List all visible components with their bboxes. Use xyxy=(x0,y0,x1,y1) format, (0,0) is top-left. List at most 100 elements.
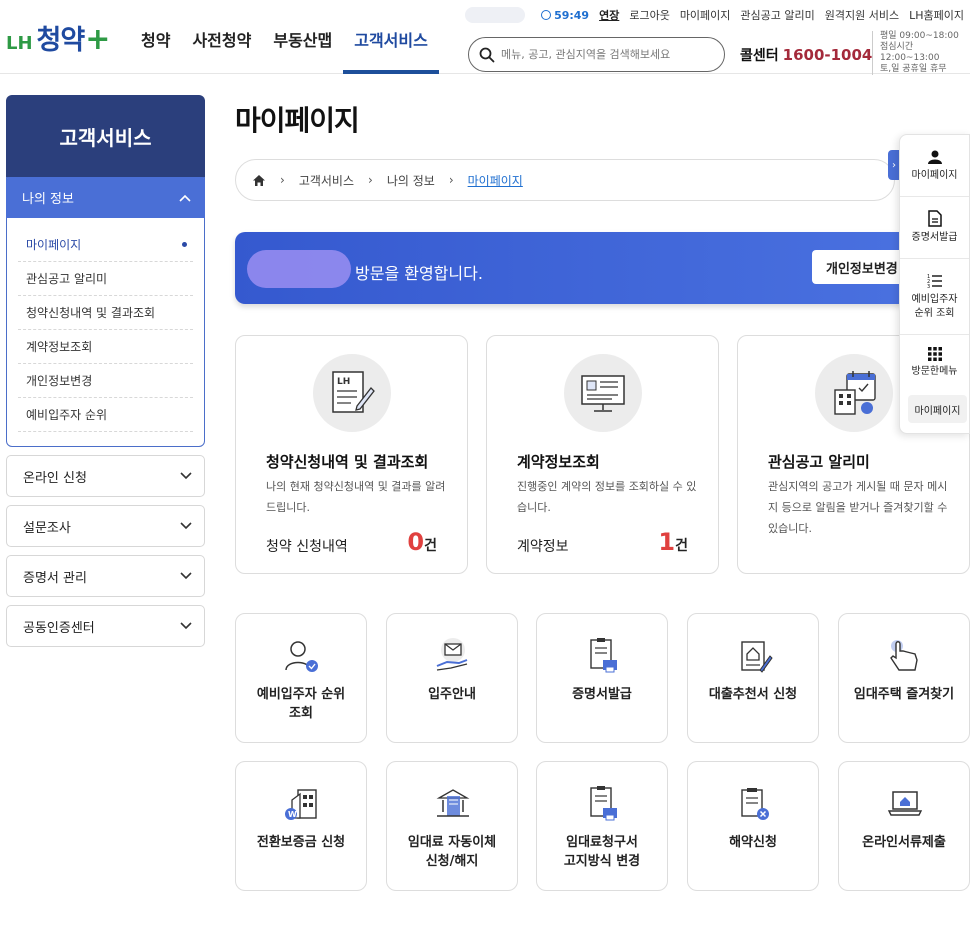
sidebar-item-waitlist-rank[interactable]: 예비입주자 순위 xyxy=(18,398,193,432)
hours-line: 점심시간 xyxy=(880,42,914,52)
circle-bg xyxy=(815,354,893,432)
card-application-history[interactable]: LH 청약신청내역 및 결과조회 나의 현재 청약신청내역 및 결과를 알려드립… xyxy=(235,335,468,574)
tile-label-line: 고지방식 변경 xyxy=(563,854,641,869)
session-timer-value: 59:49 xyxy=(554,8,590,22)
nav-item-apply[interactable]: 청약 xyxy=(130,0,181,74)
chevron-down-icon xyxy=(180,572,192,580)
card-contract-info[interactable]: 계약정보조회 진행중인 계약의 정보를 조회하실 수 있습니다. 계약정보 1 … xyxy=(486,335,719,574)
tile-label-line: 신청/해지 xyxy=(425,854,479,869)
tile-label: 온라인서류제출 xyxy=(845,833,963,852)
grid-icon xyxy=(927,347,942,361)
quick-item-label: 순위 조회 xyxy=(914,307,955,319)
tile-label: 임대료청구서 고지방식 변경 xyxy=(543,833,661,871)
sidebar-menu-certificate[interactable]: 증명서 관리 xyxy=(6,555,205,597)
tile-label: 예비입주자 순위 조회 xyxy=(242,685,360,723)
sidebar-title: 고객서비스 xyxy=(6,95,205,177)
tile-label-line: 입주안내 xyxy=(428,687,476,702)
extend-session-link[interactable]: 연장 xyxy=(599,7,619,23)
sidebar-menu-label: 온라인 신청 xyxy=(23,470,87,486)
breadcrumb-item[interactable]: 고객서비스 xyxy=(299,172,354,189)
sidebar-menu-label: 설문조사 xyxy=(23,520,71,536)
site-logo[interactable]: LH 청약 + xyxy=(6,18,110,57)
chevron-right-icon: › xyxy=(280,173,285,187)
quick-item-waitlist[interactable]: 123 예비입주자 순위 조회 xyxy=(900,259,969,335)
sidebar-item-mypage[interactable]: 마이페이지 xyxy=(18,228,193,262)
visited-menu-item[interactable]: 마이페이지 xyxy=(908,395,967,423)
hours-line: 평일 09:00~18:00 xyxy=(880,31,959,41)
callcenter: 콜센터 1600-1004 xyxy=(740,45,872,65)
sidebar-group-my-info: 나의 정보 마이페이지 관심공고 알리미 청약신청내역 및 결과조회 계약정보조… xyxy=(6,177,205,447)
callcenter-label: 콜센터 xyxy=(740,48,779,64)
tile-label-line: 증명서발급 xyxy=(572,687,632,702)
tile-label: 해약신청 xyxy=(694,833,812,852)
quick-item-visited-menu[interactable]: 방문한메뉴 xyxy=(900,335,969,391)
sidebar-menu-survey[interactable]: 설문조사 xyxy=(6,505,205,547)
welcome-banner: 방문을 환영합니다. 개인정보변경 xyxy=(235,232,925,304)
sidebar-item-application-history[interactable]: 청약신청내역 및 결과조회 xyxy=(18,296,193,330)
nav-item-customer-service[interactable]: 고객서비스 xyxy=(343,0,439,74)
search-icon[interactable] xyxy=(479,47,495,63)
tile-label: 입주안내 xyxy=(393,685,511,704)
operating-hours: 평일 09:00~18:00 점심시간 12:00~13:00 토,일 공휴일 … xyxy=(872,31,959,75)
tile-cancellation[interactable]: 해약신청 xyxy=(687,761,819,891)
monitor-icon xyxy=(581,375,625,412)
sidebar-item-label: 개인정보변경 xyxy=(26,374,93,388)
list-icon: 123 xyxy=(927,274,942,289)
circle-bg: LH xyxy=(313,354,391,432)
sidebar-menu-public-cert[interactable]: 공동인증센터 xyxy=(6,605,205,647)
tile-label-line: 조회 xyxy=(289,706,313,721)
sidebar-group-toggle[interactable]: 나의 정보 xyxy=(6,177,205,218)
svg-text:3: 3 xyxy=(927,284,930,289)
tile-move-in-guide[interactable]: 입주안내 xyxy=(386,613,518,743)
tile-rental-favorites[interactable]: 임대주택 즐겨찾기 xyxy=(838,613,970,743)
sidebar: 고객서비스 나의 정보 마이페이지 관심공고 알리미 청약신청내역 및 결과조회… xyxy=(6,95,205,647)
notice-alarm-link[interactable]: 관심공고 알리미 xyxy=(740,7,814,23)
tile-certificate-issue[interactable]: 증명서발급 xyxy=(536,613,668,743)
tile-label: 임대료 자동이체 신청/해지 xyxy=(393,833,511,871)
tile-label: 전환보증금 신청 xyxy=(242,833,360,852)
tile-deposit-conversion[interactable]: W 전환보증금 신청 xyxy=(235,761,367,891)
sidebar-item-notice-alarm[interactable]: 관심공고 알리미 xyxy=(18,262,193,296)
blurred-user-name xyxy=(247,250,351,288)
callcenter-number: 1600-1004 xyxy=(782,46,873,64)
quick-item-mypage[interactable]: 마이페이지 xyxy=(900,135,969,197)
logout-link[interactable]: 로그아웃 xyxy=(629,7,669,23)
tile-label-line: 온라인서류제출 xyxy=(862,835,946,850)
card-title: 관심공고 알리미 xyxy=(768,453,870,471)
tile-label: 대출추천서 신청 xyxy=(694,685,812,704)
nav-item-pre-apply[interactable]: 사전청약 xyxy=(181,0,262,74)
tile-online-document-submit[interactable]: 온라인서류제출 xyxy=(838,761,970,891)
tile-label-line: 임대주택 즐겨찾기 xyxy=(853,687,955,702)
person-icon xyxy=(927,150,942,164)
sidebar-menu-label: 증명서 관리 xyxy=(23,570,87,586)
tile-loan-recommendation[interactable]: 대출추천서 신청 xyxy=(687,613,819,743)
lh-home-link[interactable]: LH홈페이지 xyxy=(909,7,964,23)
sidebar-item-contract-info[interactable]: 계약정보조회 xyxy=(18,330,193,364)
circle-bg xyxy=(564,354,642,432)
breadcrumb: › 고객서비스 › 나의 정보 › 마이페이지 xyxy=(235,159,895,201)
sidebar-item-personal-info[interactable]: 개인정보변경 xyxy=(18,364,193,398)
card-stat-value: 0 xyxy=(407,528,425,556)
mypage-link[interactable]: 마이페이지 xyxy=(680,7,731,23)
tile-label-line: 전환보증금 신청 xyxy=(256,835,346,850)
card-stat: 0 건 xyxy=(407,528,437,556)
quick-item-label: 마이페이지 xyxy=(911,169,958,181)
quick-item-certificate[interactable]: 증명서발급 xyxy=(900,197,969,259)
search-input[interactable] xyxy=(501,48,711,61)
card-stat: 1 건 xyxy=(658,528,688,556)
breadcrumb-current[interactable]: 마이페이지 xyxy=(468,172,523,189)
quick-item-label-wrap: 예비입주자 순위 조회 xyxy=(912,293,958,321)
session-timer: 59:49 xyxy=(541,9,589,22)
welcome-text: 방문을 환영합니다. xyxy=(355,264,483,283)
search-box[interactable] xyxy=(468,37,725,72)
nav-item-realestate-map[interactable]: 부동산맵 xyxy=(262,0,343,74)
tile-waitlist-rank[interactable]: 예비입주자 순위 조회 xyxy=(235,613,367,743)
tile-bill-notice-method[interactable]: 임대료청구서 고지방식 변경 xyxy=(536,761,668,891)
remote-support-link[interactable]: 원격지원 서비스 xyxy=(825,7,899,23)
clock-icon xyxy=(541,10,552,20)
quick-item-label: 방문한메뉴 xyxy=(911,366,958,377)
sidebar-menu-online-apply[interactable]: 온라인 신청 xyxy=(6,455,205,497)
tile-auto-transfer[interactable]: 임대료 자동이체 신청/해지 xyxy=(386,761,518,891)
home-icon[interactable] xyxy=(252,174,266,187)
breadcrumb-item[interactable]: 나의 정보 xyxy=(387,172,435,189)
